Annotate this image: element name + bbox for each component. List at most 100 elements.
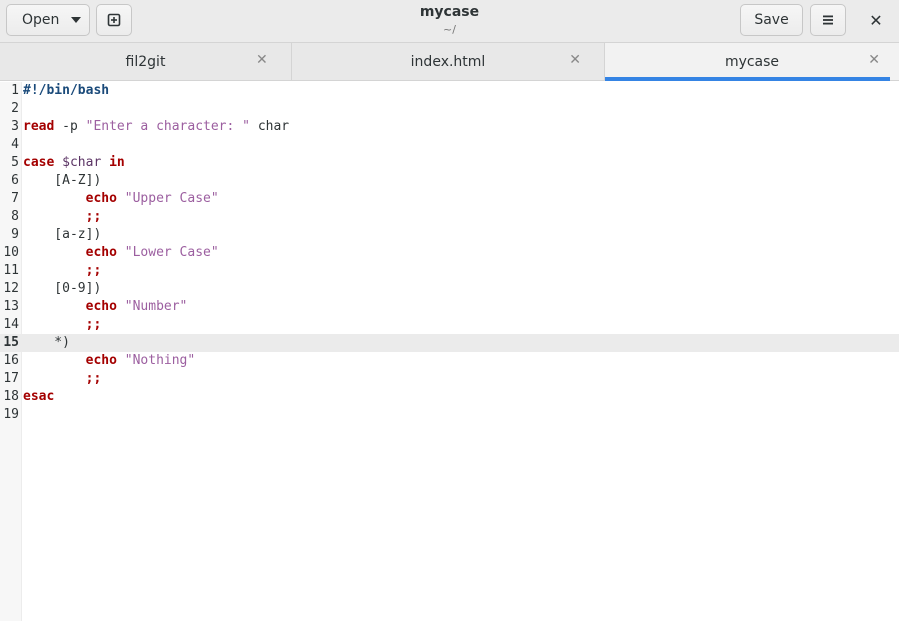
line-number: 12 (3, 281, 19, 296)
tab-bar: fil2git ✕ index.html ✕ mycase ✕ (0, 43, 899, 81)
line-code: echo "Lower Case" (23, 244, 219, 262)
menu-button[interactable] (810, 4, 846, 36)
header-bar: Open mycase ~/ Save ✕ (0, 0, 899, 43)
code-line[interactable]: 18 esac (0, 388, 899, 406)
code-line[interactable]: 10 echo "Lower Case" (0, 244, 899, 262)
code-line[interactable]: 8 ;; (0, 208, 899, 226)
code-line[interactable]: 3 read -p "Enter a character: " char (0, 118, 899, 136)
line-number: 14 (3, 317, 19, 332)
code-token: echo (85, 245, 117, 260)
code-token: [a-z]) (23, 227, 102, 242)
code-token: "Lower Case" (124, 245, 219, 260)
code-line[interactable]: 1 #!/bin/bash (0, 82, 899, 100)
code-line[interactable]: 11 ;; (0, 262, 899, 280)
line-number: 2 (11, 101, 19, 116)
line-number: 9 (11, 227, 19, 242)
code-token: echo (85, 299, 117, 314)
line-number: 1 (11, 83, 19, 98)
code-line[interactable]: 7 echo "Upper Case" (0, 190, 899, 208)
code-line[interactable]: 9 [a-z]) (0, 226, 899, 244)
line-number: 3 (11, 119, 19, 134)
code-line[interactable]: 12 [0-9]) (0, 280, 899, 298)
tab-fil2git[interactable]: fil2git ✕ (0, 43, 292, 80)
line-code: esac (23, 388, 54, 406)
code-token: [A-Z]) (23, 173, 102, 188)
code-line[interactable]: 16 echo "Nothing" (0, 352, 899, 370)
line-code: echo "Nothing" (23, 352, 196, 370)
line-number: 4 (11, 137, 19, 152)
line-code: #!/bin/bash (23, 82, 109, 100)
code-token: "Number" (124, 299, 188, 314)
code-line[interactable]: 5 case $char in (0, 154, 899, 172)
save-button[interactable]: Save (740, 4, 803, 36)
line-code: ;; (23, 316, 102, 334)
code-token: case (23, 155, 55, 170)
code-token: in (109, 155, 125, 170)
code-token: char (250, 119, 290, 134)
tab-label: mycase (724, 53, 780, 70)
new-tab-icon (107, 13, 121, 27)
code-token: *) (23, 335, 70, 350)
line-code: [a-z]) (23, 226, 101, 244)
code-token: read (23, 119, 55, 134)
code-token: echo (85, 191, 117, 206)
close-window-button[interactable]: ✕ (858, 4, 894, 36)
close-icon: ✕ (869, 10, 883, 30)
code-line[interactable]: 4 (0, 136, 899, 154)
tab-label: index.html (410, 53, 486, 70)
code-line[interactable]: 17 ;; (0, 370, 899, 388)
text-editor[interactable]: 1 #!/bin/bash 2 3 read -p "Enter a character… (0, 82, 899, 621)
line-code: [0-9]) (23, 280, 101, 298)
code-token: ;; (85, 317, 102, 332)
code-token: #!/bin/bash (23, 83, 110, 98)
line-code: ;; (23, 262, 102, 280)
code-line[interactable]: 2 (0, 100, 899, 118)
line-number: 17 (3, 371, 19, 386)
line-number: 11 (3, 263, 19, 278)
code-line[interactable]: 13 echo "Number" (0, 298, 899, 316)
tab-index-html[interactable]: index.html ✕ (292, 43, 605, 80)
code-token: "Nothing" (124, 353, 196, 368)
code-line[interactable]: 6 [A-Z]) (0, 172, 899, 190)
hamburger-icon (823, 15, 833, 25)
close-tab-icon[interactable]: ✕ (868, 52, 880, 68)
line-code: case $char in (23, 154, 125, 172)
code-line[interactable]: 15 *) (0, 334, 899, 352)
new-document-button[interactable] (96, 4, 132, 36)
line-number: 13 (3, 299, 19, 314)
close-tab-icon[interactable]: ✕ (256, 52, 268, 68)
line-code: ;; (23, 370, 102, 388)
code-line[interactable]: 19 (0, 406, 899, 424)
line-code: *) (23, 334, 70, 352)
save-button-label: Save (754, 12, 789, 28)
open-button[interactable]: Open (6, 4, 90, 36)
code-token: ;; (85, 209, 102, 224)
close-tab-icon[interactable]: ✕ (569, 52, 581, 68)
code-token: ;; (85, 263, 102, 278)
code-token: -p (54, 119, 86, 134)
open-button-label: Open (22, 12, 60, 28)
chevron-down-icon (71, 17, 82, 23)
line-code: ;; (23, 208, 102, 226)
line-code: echo "Number" (23, 298, 188, 316)
code-token: ;; (85, 371, 102, 386)
line-number: 10 (3, 245, 19, 260)
code-line[interactable]: 14 ;; (0, 316, 899, 334)
code-token: "Enter a character: " (85, 119, 250, 134)
tab-mycase[interactable]: mycase ✕ (605, 43, 899, 81)
line-number: 18 (3, 389, 19, 404)
